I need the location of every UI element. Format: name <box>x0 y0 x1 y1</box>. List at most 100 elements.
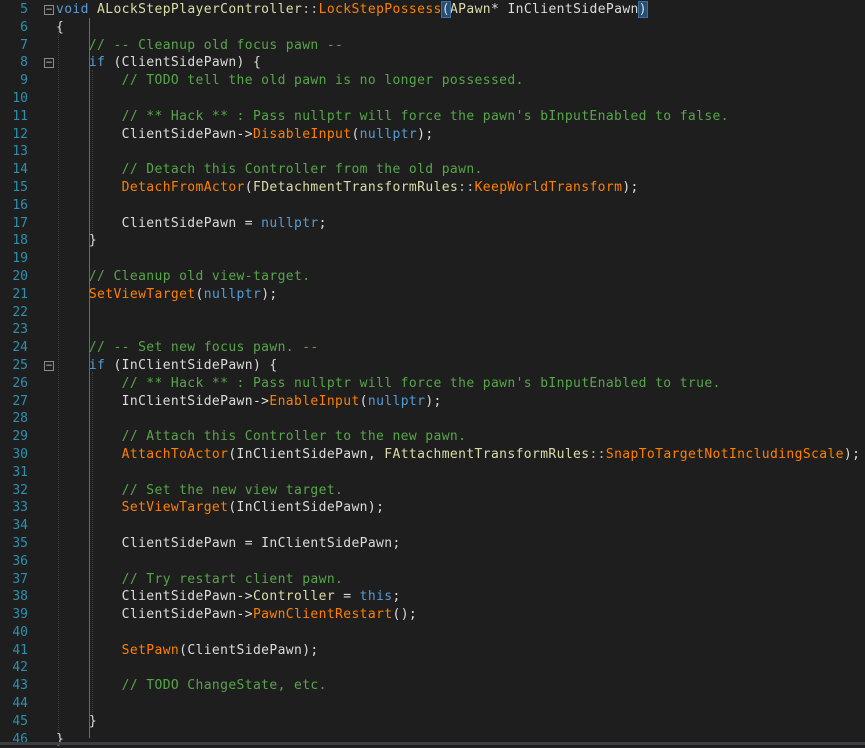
code-token: DetachFromActor <box>121 179 245 195</box>
code-token: ); <box>261 286 278 302</box>
code-line[interactable]: 26 // ** Hack ** : Pass nullptr will for… <box>0 375 865 393</box>
code-line[interactable]: 24 // -- Set new focus pawn. -- <box>0 339 865 357</box>
code-line[interactable]: 16 <box>0 197 865 215</box>
code-token: AttachToActor <box>121 446 229 462</box>
code-line[interactable]: 42 <box>0 659 865 677</box>
code-line[interactable]: 45 } <box>0 713 865 731</box>
code-line[interactable]: 20 // Cleanup old view-target. <box>0 268 865 286</box>
code-line[interactable]: 12 ClientSidePawn->DisableInput(nullptr)… <box>0 126 865 144</box>
line-number: 8 <box>20 55 28 71</box>
code-token: :: <box>589 446 606 462</box>
line-number: 25 <box>12 357 28 373</box>
code-line[interactable]: 18 } <box>0 232 865 250</box>
code-line[interactable]: 15 DetachFromActor(FDetachmentTransformR… <box>0 179 865 197</box>
code-line[interactable]: 46} <box>0 731 865 748</box>
code-editor[interactable]: 5− void ALockStepPlayerController::LockSt… <box>0 0 865 748</box>
line-number: 12 <box>12 126 28 142</box>
line-number: 26 <box>12 375 28 391</box>
code-line[interactable]: 33 SetViewTarget(InClientSidePawn); <box>0 499 865 517</box>
code-text: SetPawn(ClientSidePawn); <box>56 642 319 660</box>
code-line[interactable]: 43 // TODO ChangeState, etc. <box>0 677 865 695</box>
line-number: 41 <box>12 642 28 658</box>
code-line[interactable]: 25 − if (InClientSidePawn) { <box>0 357 865 375</box>
code-line[interactable]: 32 // Set the new view target. <box>0 482 865 500</box>
code-text: // Try restart client pawn. <box>56 571 343 589</box>
code-text: if (ClientSidePawn) { <box>56 54 261 72</box>
code-line[interactable]: 17 ClientSidePawn = nullptr; <box>0 215 865 233</box>
code-line[interactable]: 44 <box>0 695 865 713</box>
line-number: 33 <box>12 500 28 516</box>
code-line[interactable]: 41 SetPawn(ClientSidePawn); <box>0 642 865 660</box>
code-line[interactable]: 40 <box>0 624 865 642</box>
code-line[interactable]: 11 // ** Hack ** : Pass nullptr will for… <box>0 108 865 126</box>
collapse-toggle-icon[interactable]: − <box>44 360 54 371</box>
code-token: this <box>359 589 393 605</box>
code-line[interactable]: 22 <box>0 304 865 322</box>
line-number: 20 <box>12 268 28 284</box>
code-text: AttachToActor(InClientSidePawn, FAttachm… <box>56 446 860 464</box>
code-line[interactable]: 38 ClientSidePawn->Controller = this; <box>0 588 865 606</box>
code-line[interactable]: 8 − if (ClientSidePawn) { <box>0 54 865 72</box>
code-line[interactable]: 30 AttachToActor(InClientSidePawn, FAtta… <box>0 446 865 464</box>
code-token: ClientSidePawn-> <box>56 607 253 623</box>
code-token: ClientSidePawn-> <box>56 589 253 605</box>
code-token: } <box>56 233 98 249</box>
code-text: // Set the new view target. <box>56 482 343 500</box>
code-line[interactable]: 27 InClientSidePawn->EnableInput(nullptr… <box>0 393 865 411</box>
code-text: // Cleanup old view-target. <box>56 268 310 286</box>
code-token: nullptr <box>367 393 426 409</box>
code-token: :: <box>302 2 319 17</box>
code-line[interactable]: 9 // TODO tell the old pawn is no longer… <box>0 72 865 90</box>
code-line[interactable]: 5 − void ALockStepPlayerController::LockSt… <box>0 1 865 19</box>
code-line[interactable]: 35 ClientSidePawn = InClientSidePawn; <box>0 535 865 553</box>
line-number: 7 <box>20 37 28 53</box>
code-line[interactable]: 34 <box>0 517 865 535</box>
code-line[interactable]: 6{ <box>0 19 865 37</box>
code-line[interactable]: 36 <box>0 553 865 571</box>
code-line[interactable]: 14 // Detach this Controller from the ol… <box>0 161 865 179</box>
line-number: 27 <box>12 393 28 409</box>
code-token: (InClientSidePawn, <box>228 446 385 462</box>
code-line[interactable]: 37 // Try restart client pawn. <box>0 571 865 589</box>
code-line[interactable]: 21 SetViewTarget(nullptr); <box>0 286 865 304</box>
code-token: { <box>56 19 65 35</box>
code-token: ( <box>351 126 360 142</box>
code-line[interactable]: 28 <box>0 410 865 428</box>
code-line[interactable]: 39 ClientSidePawn->PawnClientRestart(); <box>0 606 865 624</box>
line-number: 29 <box>12 429 28 445</box>
line-number: 15 <box>12 179 28 195</box>
code-token: SetPawn <box>121 642 180 658</box>
code-token: ( <box>440 1 451 18</box>
line-number: 11 <box>12 108 28 124</box>
code-token: ( <box>195 286 204 302</box>
code-text: // TODO ChangeState, etc. <box>56 677 327 695</box>
code-token: Controller <box>252 589 336 605</box>
collapse-toggle-icon[interactable]: − <box>44 58 54 69</box>
code-token: ); <box>622 179 639 195</box>
code-line[interactable]: 19 <box>0 250 865 268</box>
code-line[interactable]: 31 <box>0 464 865 482</box>
code-token: ClientSidePawn = InClientSidePawn; <box>56 535 401 551</box>
code-line[interactable]: 29 // Attach this Controller to the new … <box>0 428 865 446</box>
code-line[interactable]: 7 // -- Cleanup old focus pawn -- <box>0 37 865 55</box>
line-number: 42 <box>12 660 28 676</box>
code-line[interactable]: 23 <box>0 321 865 339</box>
code-text: DetachFromActor(FDetachmentTransformRule… <box>56 179 639 197</box>
code-token: SetViewTarget <box>88 286 196 302</box>
code-token: // -- Cleanup old focus pawn -- <box>88 37 344 53</box>
collapse-toggle-icon[interactable]: − <box>44 5 54 15</box>
code-text: } <box>56 713 97 731</box>
code-token: EnableInput <box>269 393 360 409</box>
code-line[interactable]: 10 <box>0 90 865 108</box>
code-token: void <box>56 2 89 17</box>
code-token: } <box>56 713 98 729</box>
code-line[interactable]: 13 <box>0 143 865 161</box>
